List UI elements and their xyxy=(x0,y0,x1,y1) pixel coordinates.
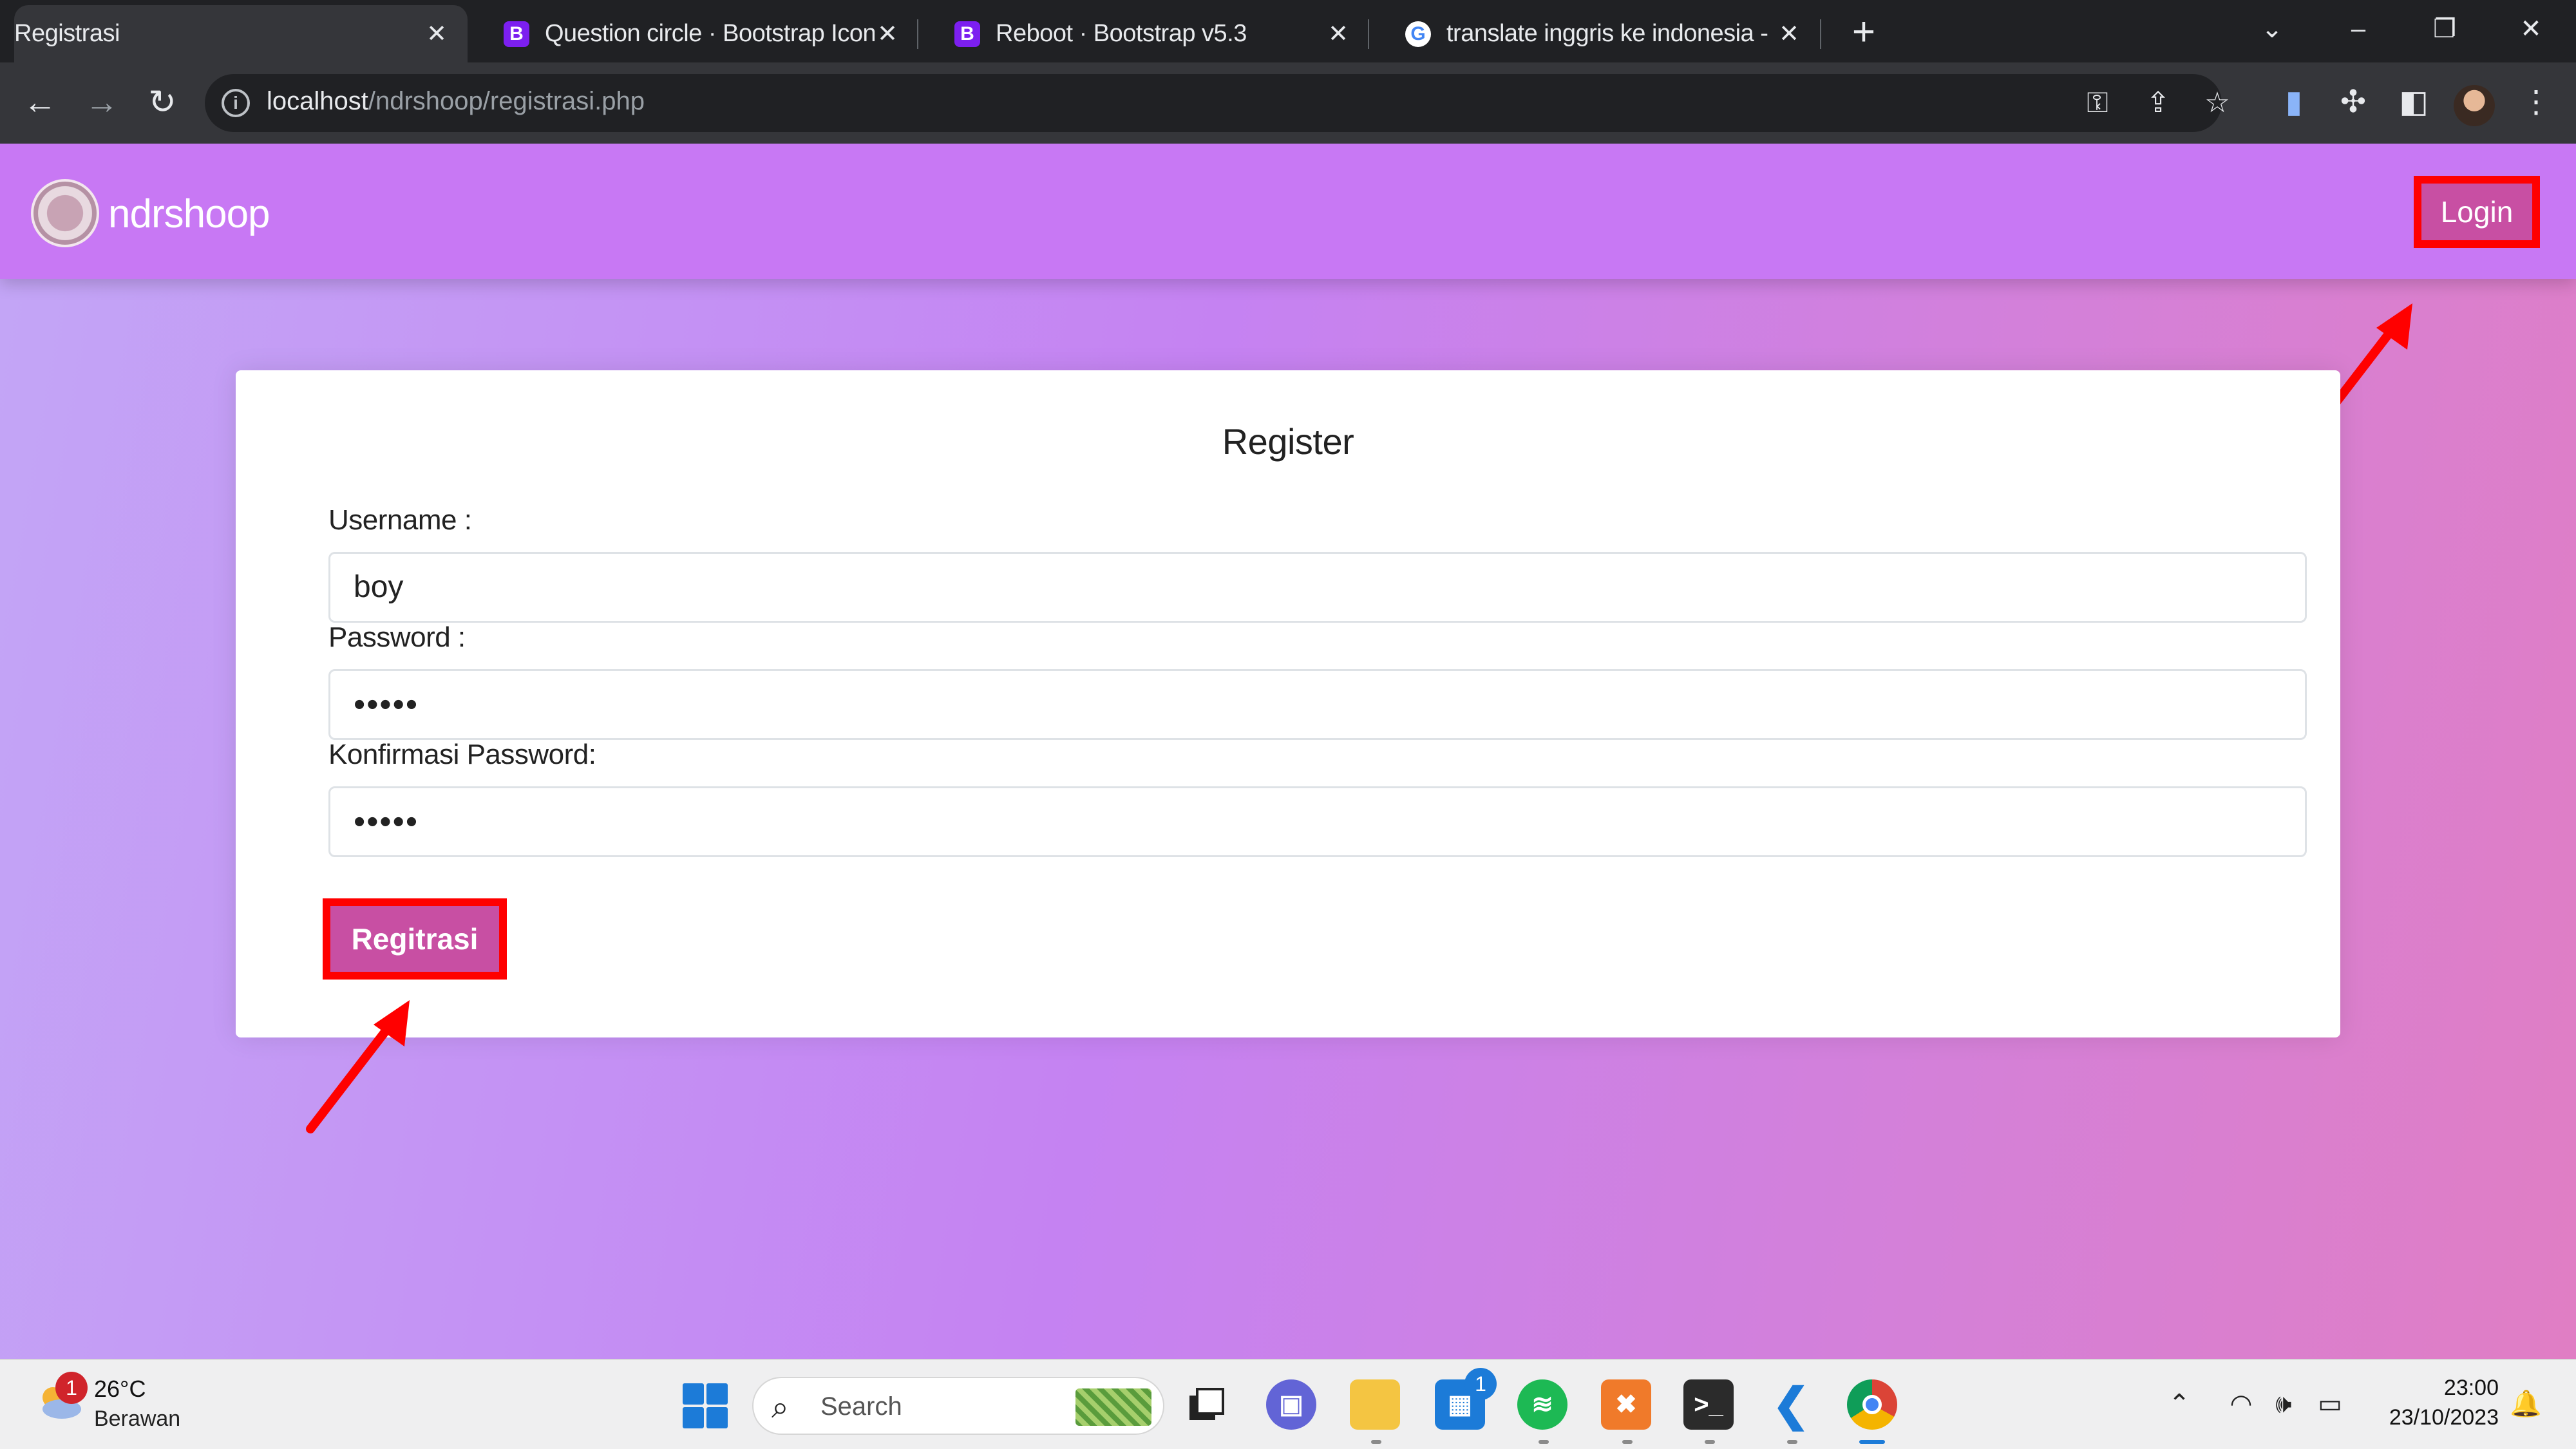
weather-temperature[interactable]: 26°C xyxy=(94,1376,146,1403)
spotify-icon[interactable]: ≋ xyxy=(1517,1379,1567,1430)
google-icon: G xyxy=(1405,21,1431,47)
url-path: /ndrshoop/registrasi.php xyxy=(368,87,645,115)
close-icon[interactable]: ✕ xyxy=(1325,21,1351,47)
search-highlight-image xyxy=(1075,1388,1151,1426)
chrome-icon[interactable] xyxy=(1847,1379,1897,1430)
taskbar-search[interactable]: ⌕ Search xyxy=(752,1377,1164,1435)
close-icon[interactable]: ✕ xyxy=(875,21,900,47)
password-input[interactable]: ••••• xyxy=(328,669,2307,740)
tab-title: translate inggris ke indonesia - P xyxy=(1446,20,1776,47)
windows-start-icon[interactable] xyxy=(683,1383,728,1428)
teams-chat-icon[interactable]: ▣ xyxy=(1266,1379,1316,1430)
puzzle-icon[interactable]: ✣ xyxy=(2333,82,2374,123)
chevron-up-icon[interactable]: ⌃ xyxy=(2161,1386,2197,1422)
running-indicator xyxy=(1705,1440,1715,1444)
clock-time[interactable]: 23:00 xyxy=(2376,1376,2499,1401)
forward-icon[interactable]: → xyxy=(81,82,122,123)
extension-icon[interactable]: ▮ xyxy=(2273,82,2315,123)
url-text[interactable]: localhost/ndrshoop/registrasi.php xyxy=(267,87,645,116)
register-submit-button[interactable]: Regitrasi xyxy=(323,898,507,980)
login-button[interactable]: Login xyxy=(2414,176,2540,248)
menu-kebab-icon[interactable]: ⋮ xyxy=(2515,82,2557,123)
bootstrap-icon: B xyxy=(954,21,980,47)
running-indicator xyxy=(1539,1440,1549,1444)
back-icon[interactable]: ← xyxy=(19,82,61,123)
address-bar[interactable]: i localhost/ndrshoop/registrasi.php ⚿ ⇪ … xyxy=(205,74,2230,132)
minimize-button[interactable]: – xyxy=(2333,6,2384,52)
share-icon[interactable]: ⇪ xyxy=(2141,86,2175,120)
browser-toolbar: ← → ↻ i localhost/ndrshoop/registrasi.ph… xyxy=(0,62,2576,144)
tab-registrasi[interactable]: Registrasi ✕ xyxy=(14,5,468,175)
close-icon[interactable]: ✕ xyxy=(1776,21,1802,47)
confirm-password-input[interactable]: ••••• xyxy=(328,786,2307,857)
window-close-button[interactable]: ✕ xyxy=(2505,6,2557,52)
username-input[interactable]: boy xyxy=(328,552,2307,623)
side-panel-icon[interactable]: ◧ xyxy=(2393,82,2434,123)
search-icon: ⌕ xyxy=(772,1390,789,1425)
password-label: Password : xyxy=(328,621,466,653)
windows-taskbar: 1 26°C Berawan ⌕ Search ▣ ▦ 1 ≋ ✖ >_ ❮ ⌃… xyxy=(0,1359,2576,1449)
bootstrap-icon: B xyxy=(504,21,529,47)
restore-button[interactable]: ❐ xyxy=(2419,6,2470,52)
running-indicator xyxy=(1371,1440,1381,1444)
terminal-icon[interactable]: >_ xyxy=(1683,1379,1734,1430)
tab-translate[interactable]: G translate inggris ke indonesia - P ✕ xyxy=(1369,5,1820,62)
task-view-icon[interactable] xyxy=(1181,1379,1231,1430)
clock-date[interactable]: 23/10/2023 xyxy=(2376,1405,2499,1430)
tab-title: Reboot · Bootstrap v5.3 xyxy=(996,20,1247,47)
profile-avatar[interactable] xyxy=(2454,85,2495,126)
confirm-password-label: Konfirmasi Password: xyxy=(328,739,596,770)
running-indicator xyxy=(1787,1440,1797,1444)
active-app-indicator xyxy=(1859,1440,1885,1444)
username-label: Username : xyxy=(328,504,472,536)
notification-bell-icon[interactable]: 🔔 xyxy=(2508,1386,2544,1422)
page-viewport: ndrshoop Login Register Username : boy P… xyxy=(0,144,2576,1359)
search-placeholder: Search xyxy=(820,1392,902,1421)
url-host: localhost xyxy=(267,87,368,115)
brand-logo[interactable] xyxy=(31,179,99,247)
form-title: Register xyxy=(1222,421,1354,462)
tab-divider xyxy=(1820,19,1821,49)
wifi-icon[interactable]: ◠ xyxy=(2223,1386,2259,1422)
vscode-icon[interactable]: ❮ xyxy=(1766,1379,1816,1430)
tab-question-circle[interactable]: B Question circle · Bootstrap Icons ✕ xyxy=(468,5,918,62)
running-indicator xyxy=(1622,1440,1633,1444)
annotation-arrow-register xyxy=(306,1000,410,1133)
weather-alert-badge: 1 xyxy=(55,1372,88,1404)
bookmark-star-icon[interactable]: ☆ xyxy=(2200,86,2235,120)
brand-name[interactable]: ndrshoop xyxy=(108,191,270,237)
xampp-icon[interactable]: ✖ xyxy=(1601,1379,1651,1430)
tab-title: Registrasi xyxy=(14,20,120,47)
tab-title: Question circle · Bootstrap Icons xyxy=(545,20,875,47)
weather-description[interactable]: Berawan xyxy=(94,1406,180,1432)
battery-icon[interactable]: ▭ xyxy=(2312,1386,2348,1422)
site-info-icon[interactable]: i xyxy=(222,89,250,117)
tab-reboot[interactable]: B Reboot · Bootstrap v5.3 ✕ xyxy=(918,5,1369,62)
store-update-badge: 1 xyxy=(1464,1368,1497,1400)
volume-icon[interactable]: 🕪 xyxy=(2266,1386,2302,1422)
tab-strip: Registrasi ✕ B Question circle · Bootstr… xyxy=(0,0,2576,175)
close-icon[interactable]: ✕ xyxy=(424,21,450,47)
new-tab-button[interactable]: + xyxy=(1843,12,1884,53)
register-card: Register Username : boy Password : •••••… xyxy=(236,370,2340,1037)
file-explorer-icon[interactable] xyxy=(1350,1379,1400,1430)
reload-icon[interactable]: ↻ xyxy=(142,82,183,123)
tab-search-chevron-icon[interactable]: ⌄ xyxy=(2246,6,2298,52)
site-navbar: ndrshoop Login xyxy=(0,144,2576,279)
key-icon[interactable]: ⚿ xyxy=(2080,86,2115,120)
